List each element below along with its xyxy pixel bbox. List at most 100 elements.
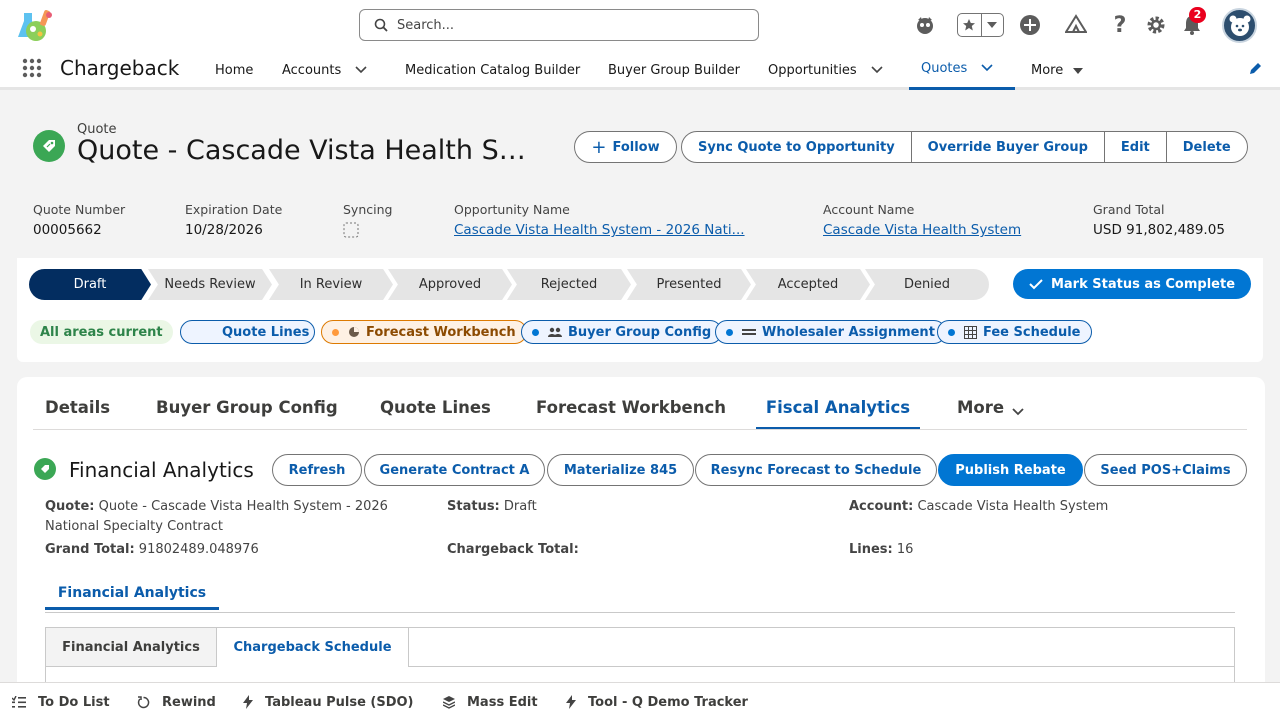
area-chip-forecast-workbench[interactable]: Forecast Workbench xyxy=(321,320,527,344)
nav-item-medication-catalog[interactable]: Medication Catalog Builder xyxy=(405,50,580,90)
path-stage-denied[interactable]: Denied xyxy=(865,269,989,300)
field-label: Account Name xyxy=(823,202,915,217)
star-icon[interactable] xyxy=(958,14,981,36)
tab-details[interactable]: Details xyxy=(45,398,110,430)
path-stage-draft[interactable]: Draft xyxy=(29,269,151,300)
area-chip-wholesaler-assignment[interactable]: Wholesaler Assignment xyxy=(715,320,946,344)
tab-fiscal-analytics[interactable]: Fiscal Analytics xyxy=(756,398,920,430)
area-chip-fee-schedule[interactable]: Fee Schedule xyxy=(937,320,1092,344)
utility-mass-edit[interactable]: Mass Edit xyxy=(443,683,538,720)
trailhead-icon[interactable] xyxy=(1063,12,1089,38)
path-stage-in-review[interactable]: In Review xyxy=(269,269,393,300)
favorites-control[interactable] xyxy=(957,13,1004,37)
nav-item-opportunities[interactable]: Opportunities xyxy=(768,50,883,90)
info-quote: Quote: Quote - Cascade Vista Health Syst… xyxy=(45,497,425,537)
account-link[interactable]: Cascade Vista Health System xyxy=(823,222,1021,238)
bolt-icon xyxy=(566,695,576,709)
lines-icon xyxy=(742,329,756,335)
box-tabset: Financial Analytics Chargeback Schedule xyxy=(45,627,1235,687)
path-stage-approved[interactable]: Approved xyxy=(388,269,512,300)
chip-label: Buyer Group Config xyxy=(568,324,712,340)
tab-quote-lines[interactable]: Quote Lines xyxy=(380,398,491,430)
path-stage-accepted[interactable]: Accepted xyxy=(746,269,870,300)
tab-forecast-workbench[interactable]: Forecast Workbench xyxy=(536,398,726,430)
search-placeholder: Search... xyxy=(397,17,455,33)
override-buyer-group-button[interactable]: Override Buyer Group xyxy=(912,132,1105,162)
chevron-down-icon xyxy=(1012,401,1024,430)
info-label: Account: xyxy=(849,499,914,514)
utility-todo-list[interactable]: To Do List xyxy=(12,683,110,720)
status-dot xyxy=(532,328,539,336)
info-label: Quote: xyxy=(45,499,95,514)
analytics-title: Financial Analytics xyxy=(69,458,254,482)
area-chip-buyer-group-config[interactable]: Buyer Group Config xyxy=(521,320,723,344)
follow-label: Follow xyxy=(612,139,660,155)
field-value: 00005662 xyxy=(33,222,102,238)
path-stage-needs-review[interactable]: Needs Review xyxy=(148,269,272,300)
edit-button[interactable]: Edit xyxy=(1105,132,1167,162)
gear-icon[interactable] xyxy=(1143,12,1169,38)
refresh-button[interactable]: Refresh xyxy=(272,454,362,486)
add-icon[interactable] xyxy=(1017,12,1043,38)
generate-contract-button[interactable]: Generate Contract A xyxy=(364,454,545,486)
box-tab-financial-analytics[interactable]: Financial Analytics xyxy=(46,628,217,667)
box-tab-chargeback-schedule[interactable]: Chargeback Schedule xyxy=(217,628,409,667)
agent-icon[interactable] xyxy=(912,12,938,38)
nav-item-buyer-group[interactable]: Buyer Group Builder xyxy=(608,50,740,90)
utility-label: Tableau Pulse (SDO) xyxy=(265,694,414,710)
field-label: Quote Number xyxy=(33,202,126,217)
follow-button[interactable]: + Follow xyxy=(574,131,677,163)
delete-button[interactable]: Delete xyxy=(1167,132,1247,162)
table-icon xyxy=(964,325,977,339)
subtab-financial-analytics[interactable]: Financial Analytics xyxy=(45,576,219,610)
edit-nav-icon[interactable] xyxy=(1248,62,1262,80)
info-value: Draft xyxy=(503,499,537,514)
search-icon xyxy=(374,18,388,32)
materialize-845-button[interactable]: Materialize 845 xyxy=(547,454,694,486)
nav-item-quotes[interactable]: Quotes xyxy=(909,50,1015,90)
analytics-icon xyxy=(34,458,56,480)
utility-demo-tracker[interactable]: Tool - Q Demo Tracker xyxy=(566,683,748,720)
path-stage-rejected[interactable]: Rejected xyxy=(507,269,631,300)
nav-item-label: Accounts xyxy=(282,62,342,78)
app-launcher-icon[interactable] xyxy=(22,58,42,82)
chevron-down-icon[interactable] xyxy=(981,61,993,76)
status-dot xyxy=(726,328,733,336)
chevron-down-icon[interactable] xyxy=(355,63,367,78)
field-label: Opportunity Name xyxy=(454,202,570,217)
nav-item-more[interactable]: More xyxy=(1031,50,1084,90)
nav-item-accounts[interactable]: Accounts xyxy=(282,50,367,90)
nav-item-home[interactable]: Home xyxy=(215,50,253,90)
sync-quote-button[interactable]: Sync Quote to Opportunity xyxy=(682,132,912,162)
info-value: Cascade Vista Health System xyxy=(917,499,1109,514)
path-stage-presented[interactable]: Presented xyxy=(627,269,751,300)
tab-more[interactable]: More xyxy=(957,398,1024,430)
global-search[interactable]: Search... xyxy=(359,9,759,41)
utility-tableau-pulse[interactable]: Tableau Pulse (SDO) xyxy=(243,683,414,720)
record-actions-group: Sync Quote to Opportunity Override Buyer… xyxy=(681,131,1248,163)
help-icon[interactable]: ? xyxy=(1107,12,1133,38)
mark-status-complete-button[interactable]: Mark Status as Complete xyxy=(1013,269,1251,299)
avatar[interactable] xyxy=(1222,8,1257,43)
info-status: Status: Draft xyxy=(447,497,537,517)
chevron-down-icon[interactable] xyxy=(980,14,1004,36)
opportunity-link[interactable]: Cascade Vista Health System - 2026 Nati.… xyxy=(454,222,745,238)
expiration-date-field: Expiration Date 10/28/2026 xyxy=(185,202,282,238)
utility-rewind[interactable]: Rewind xyxy=(137,683,216,720)
area-chip-quote-lines[interactable]: Quote Lines xyxy=(180,320,315,344)
info-label: Grand Total: xyxy=(45,542,135,557)
seed-pos-claims-button[interactable]: Seed POS+Claims xyxy=(1084,454,1247,486)
field-label: Grand Total xyxy=(1093,202,1165,217)
status-dot xyxy=(948,328,955,336)
publish-rebate-button[interactable]: Publish Rebate xyxy=(938,454,1083,486)
tab-buyer-group-config[interactable]: Buyer Group Config xyxy=(156,398,338,430)
app-logo[interactable] xyxy=(16,7,56,45)
resync-forecast-button[interactable]: Resync Forecast to Schedule xyxy=(695,454,937,486)
info-account: Account: Cascade Vista Health System xyxy=(849,497,1108,517)
areas-status-badge: All areas current xyxy=(30,320,173,344)
chevron-down-icon[interactable] xyxy=(871,63,883,78)
opportunity-name-field: Opportunity Name Cascade Vista Health Sy… xyxy=(454,202,745,238)
grand-total-field: Grand Total USD 91,802,489.05 xyxy=(1093,202,1225,238)
nav-item-label: Opportunities xyxy=(768,62,857,78)
status-dot xyxy=(332,328,339,336)
